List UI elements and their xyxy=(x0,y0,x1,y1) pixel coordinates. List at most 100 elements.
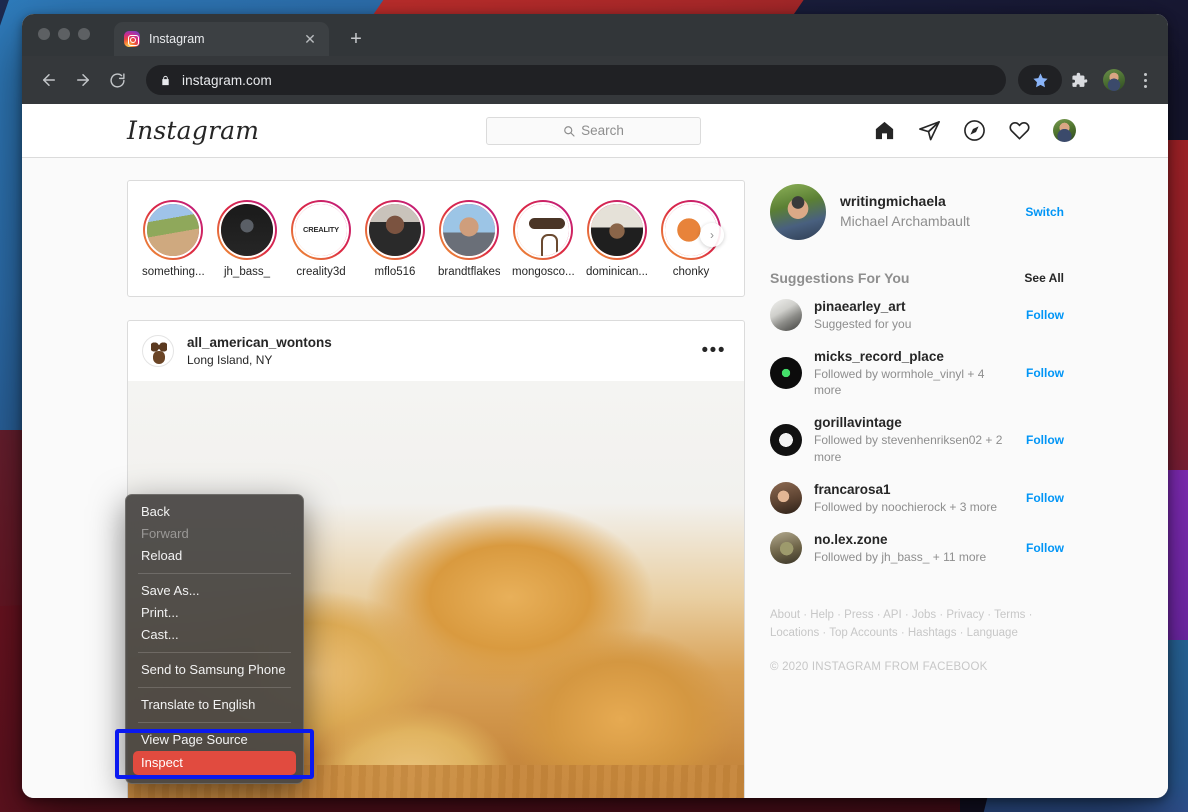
context-menu-item-inspect[interactable]: Inspect xyxy=(133,751,296,775)
suggestions-header: Suggestions For You See All xyxy=(770,270,1064,286)
instagram-favicon-icon xyxy=(124,31,140,47)
follow-button[interactable]: Follow xyxy=(1026,541,1064,555)
post-author-meta: all_american_wontons Long Island, NY xyxy=(187,334,689,368)
suggestion-avatar[interactable] xyxy=(770,299,802,332)
context-menu-item-send-to-samsung-phone[interactable]: Send to Samsung Phone xyxy=(126,659,303,681)
story-item[interactable]: dominican... xyxy=(586,199,648,278)
context-menu-item-forward: Forward xyxy=(141,526,189,541)
post-header: all_american_wontons Long Island, NY ••• xyxy=(128,321,744,381)
current-user-avatar[interactable] xyxy=(770,184,826,240)
context-menu-separator xyxy=(138,687,291,688)
context-menu-item-back[interactable]: Back xyxy=(126,501,303,523)
story-ring xyxy=(143,199,203,260)
minimize-window-button[interactable] xyxy=(58,28,70,40)
story-avatar xyxy=(591,203,643,256)
context-menu-item-save-as[interactable]: Save As... xyxy=(126,580,303,602)
browser-context-menu: Back Forward Reload Save As... Print... … xyxy=(125,494,304,784)
post-author-avatar[interactable] xyxy=(142,335,174,367)
context-menu-item-reload[interactable]: Reload xyxy=(126,545,303,567)
story-item[interactable]: jh_bass_ xyxy=(216,199,278,278)
reload-icon[interactable] xyxy=(102,65,132,95)
suggestion-username[interactable]: pinaearley_art xyxy=(814,298,1014,316)
browser-tab-instagram[interactable]: Instagram ✕ xyxy=(114,22,329,56)
follow-button[interactable]: Follow xyxy=(1026,433,1064,447)
close-window-button[interactable] xyxy=(38,28,50,40)
explore-compass-icon[interactable] xyxy=(963,119,986,142)
story-username: chonky xyxy=(672,265,710,278)
current-username[interactable]: writingmichaela xyxy=(840,192,1011,212)
stories-next-icon[interactable]: › xyxy=(700,223,724,247)
footer-links-line2[interactable]: Locations · Top Accounts · Hashtags · La… xyxy=(770,625,1064,643)
suggestions-title: Suggestions For You xyxy=(770,270,910,286)
post-options-icon[interactable]: ••• xyxy=(702,341,730,361)
suggestion-username[interactable]: micks_record_place xyxy=(814,348,1014,366)
suggestion-row: pinaearley_art Suggested for you Follow xyxy=(770,290,1064,340)
forward-arrow-icon[interactable] xyxy=(68,65,98,95)
activity-heart-icon[interactable] xyxy=(1008,119,1031,142)
context-menu-item-cast[interactable]: Cast... xyxy=(126,624,303,646)
bookmark-star-icon[interactable] xyxy=(1018,65,1062,95)
story-username: mflo516 xyxy=(374,265,416,278)
story-ring xyxy=(513,199,573,260)
context-menu-item-translate-to-english[interactable]: Translate to English xyxy=(126,694,303,716)
story-avatar xyxy=(369,203,421,256)
follow-button[interactable]: Follow xyxy=(1026,308,1064,322)
suggestion-subtitle: Followed by stevenhenriksen02 + 2 more xyxy=(814,433,1003,464)
search-placeholder: Search xyxy=(581,123,624,138)
post-location[interactable]: Long Island, NY xyxy=(187,352,689,368)
stories-tray: something... jh_bass_ CREALITY creality3… xyxy=(127,180,745,297)
current-user-fullname: Michael Archambault xyxy=(840,213,970,229)
story-ring xyxy=(587,199,647,260)
follow-button[interactable]: Follow xyxy=(1026,491,1064,505)
browser-toolbar: instagram.com xyxy=(22,56,1168,104)
suggestion-avatar[interactable] xyxy=(770,481,802,514)
window-traffic-lights[interactable] xyxy=(38,28,90,40)
browser-tab-strip: Instagram ✕ + xyxy=(22,14,1168,56)
suggestion-row: no.lex.zone Followed by jh_bass_ + 11 mo… xyxy=(770,523,1064,573)
new-tab-button[interactable]: + xyxy=(343,28,369,51)
instagram-nav-icons xyxy=(873,119,1076,142)
suggestion-username[interactable]: no.lex.zone xyxy=(814,531,1014,549)
address-bar[interactable]: instagram.com xyxy=(146,65,1006,95)
suggestion-avatar[interactable] xyxy=(770,531,802,564)
story-avatar xyxy=(221,203,273,256)
story-item[interactable]: mongosco... xyxy=(512,199,574,278)
story-item[interactable]: something... xyxy=(142,199,204,278)
home-icon[interactable] xyxy=(873,119,896,142)
follow-button[interactable]: Follow xyxy=(1026,366,1064,380)
story-item[interactable]: CREALITY creality3d xyxy=(290,199,352,278)
story-item[interactable]: mflo516 xyxy=(364,199,426,278)
story-ring xyxy=(365,199,425,260)
footer-links-line1[interactable]: About · Help · Press · API · Jobs · Priv… xyxy=(770,607,1064,625)
extensions-puzzle-icon[interactable] xyxy=(1064,72,1094,89)
switch-account-button[interactable]: Switch xyxy=(1025,205,1064,219)
story-item[interactable]: brandtflakes xyxy=(438,199,500,278)
profile-avatar[interactable] xyxy=(1053,119,1076,142)
story-ring xyxy=(439,199,499,260)
suggestion-username[interactable]: francarosa1 xyxy=(814,481,1014,499)
browser-profile-avatar[interactable] xyxy=(1103,69,1125,91)
suggestion-info: no.lex.zone Followed by jh_bass_ + 11 mo… xyxy=(814,531,1014,565)
back-arrow-icon[interactable] xyxy=(34,65,64,95)
footer-copyright: © 2020 INSTAGRAM FROM FACEBOOK xyxy=(770,660,988,673)
kebab-menu-icon[interactable] xyxy=(1134,72,1156,88)
story-username: creality3d xyxy=(296,265,346,278)
story-ring: CREALITY xyxy=(291,199,351,260)
see-all-button[interactable]: See All xyxy=(1024,271,1064,285)
story-avatar: CREALITY xyxy=(295,203,347,256)
maximize-window-button[interactable] xyxy=(78,28,90,40)
suggestion-avatar[interactable] xyxy=(770,357,802,390)
instagram-logo[interactable]: Instagram xyxy=(127,116,259,145)
direct-messages-icon[interactable] xyxy=(918,119,941,142)
context-menu-item-view-page-source[interactable]: View Page Source xyxy=(126,729,303,751)
suggestion-row: micks_record_place Followed by wormhole_… xyxy=(770,340,1064,406)
address-bar-url: instagram.com xyxy=(182,72,272,88)
browser-window: Instagram ✕ + instagram.com Instagram Se… xyxy=(22,14,1168,798)
suggestion-subtitle: Followed by noochierock + 3 more xyxy=(814,499,998,514)
suggestion-avatar[interactable] xyxy=(770,423,802,456)
suggestion-username[interactable]: gorillavintage xyxy=(814,414,1014,432)
post-username[interactable]: all_american_wontons xyxy=(187,334,689,352)
tab-close-icon[interactable]: ✕ xyxy=(301,32,319,46)
context-menu-item-print[interactable]: Print... xyxy=(126,602,303,624)
search-input[interactable]: Search xyxy=(486,116,701,145)
